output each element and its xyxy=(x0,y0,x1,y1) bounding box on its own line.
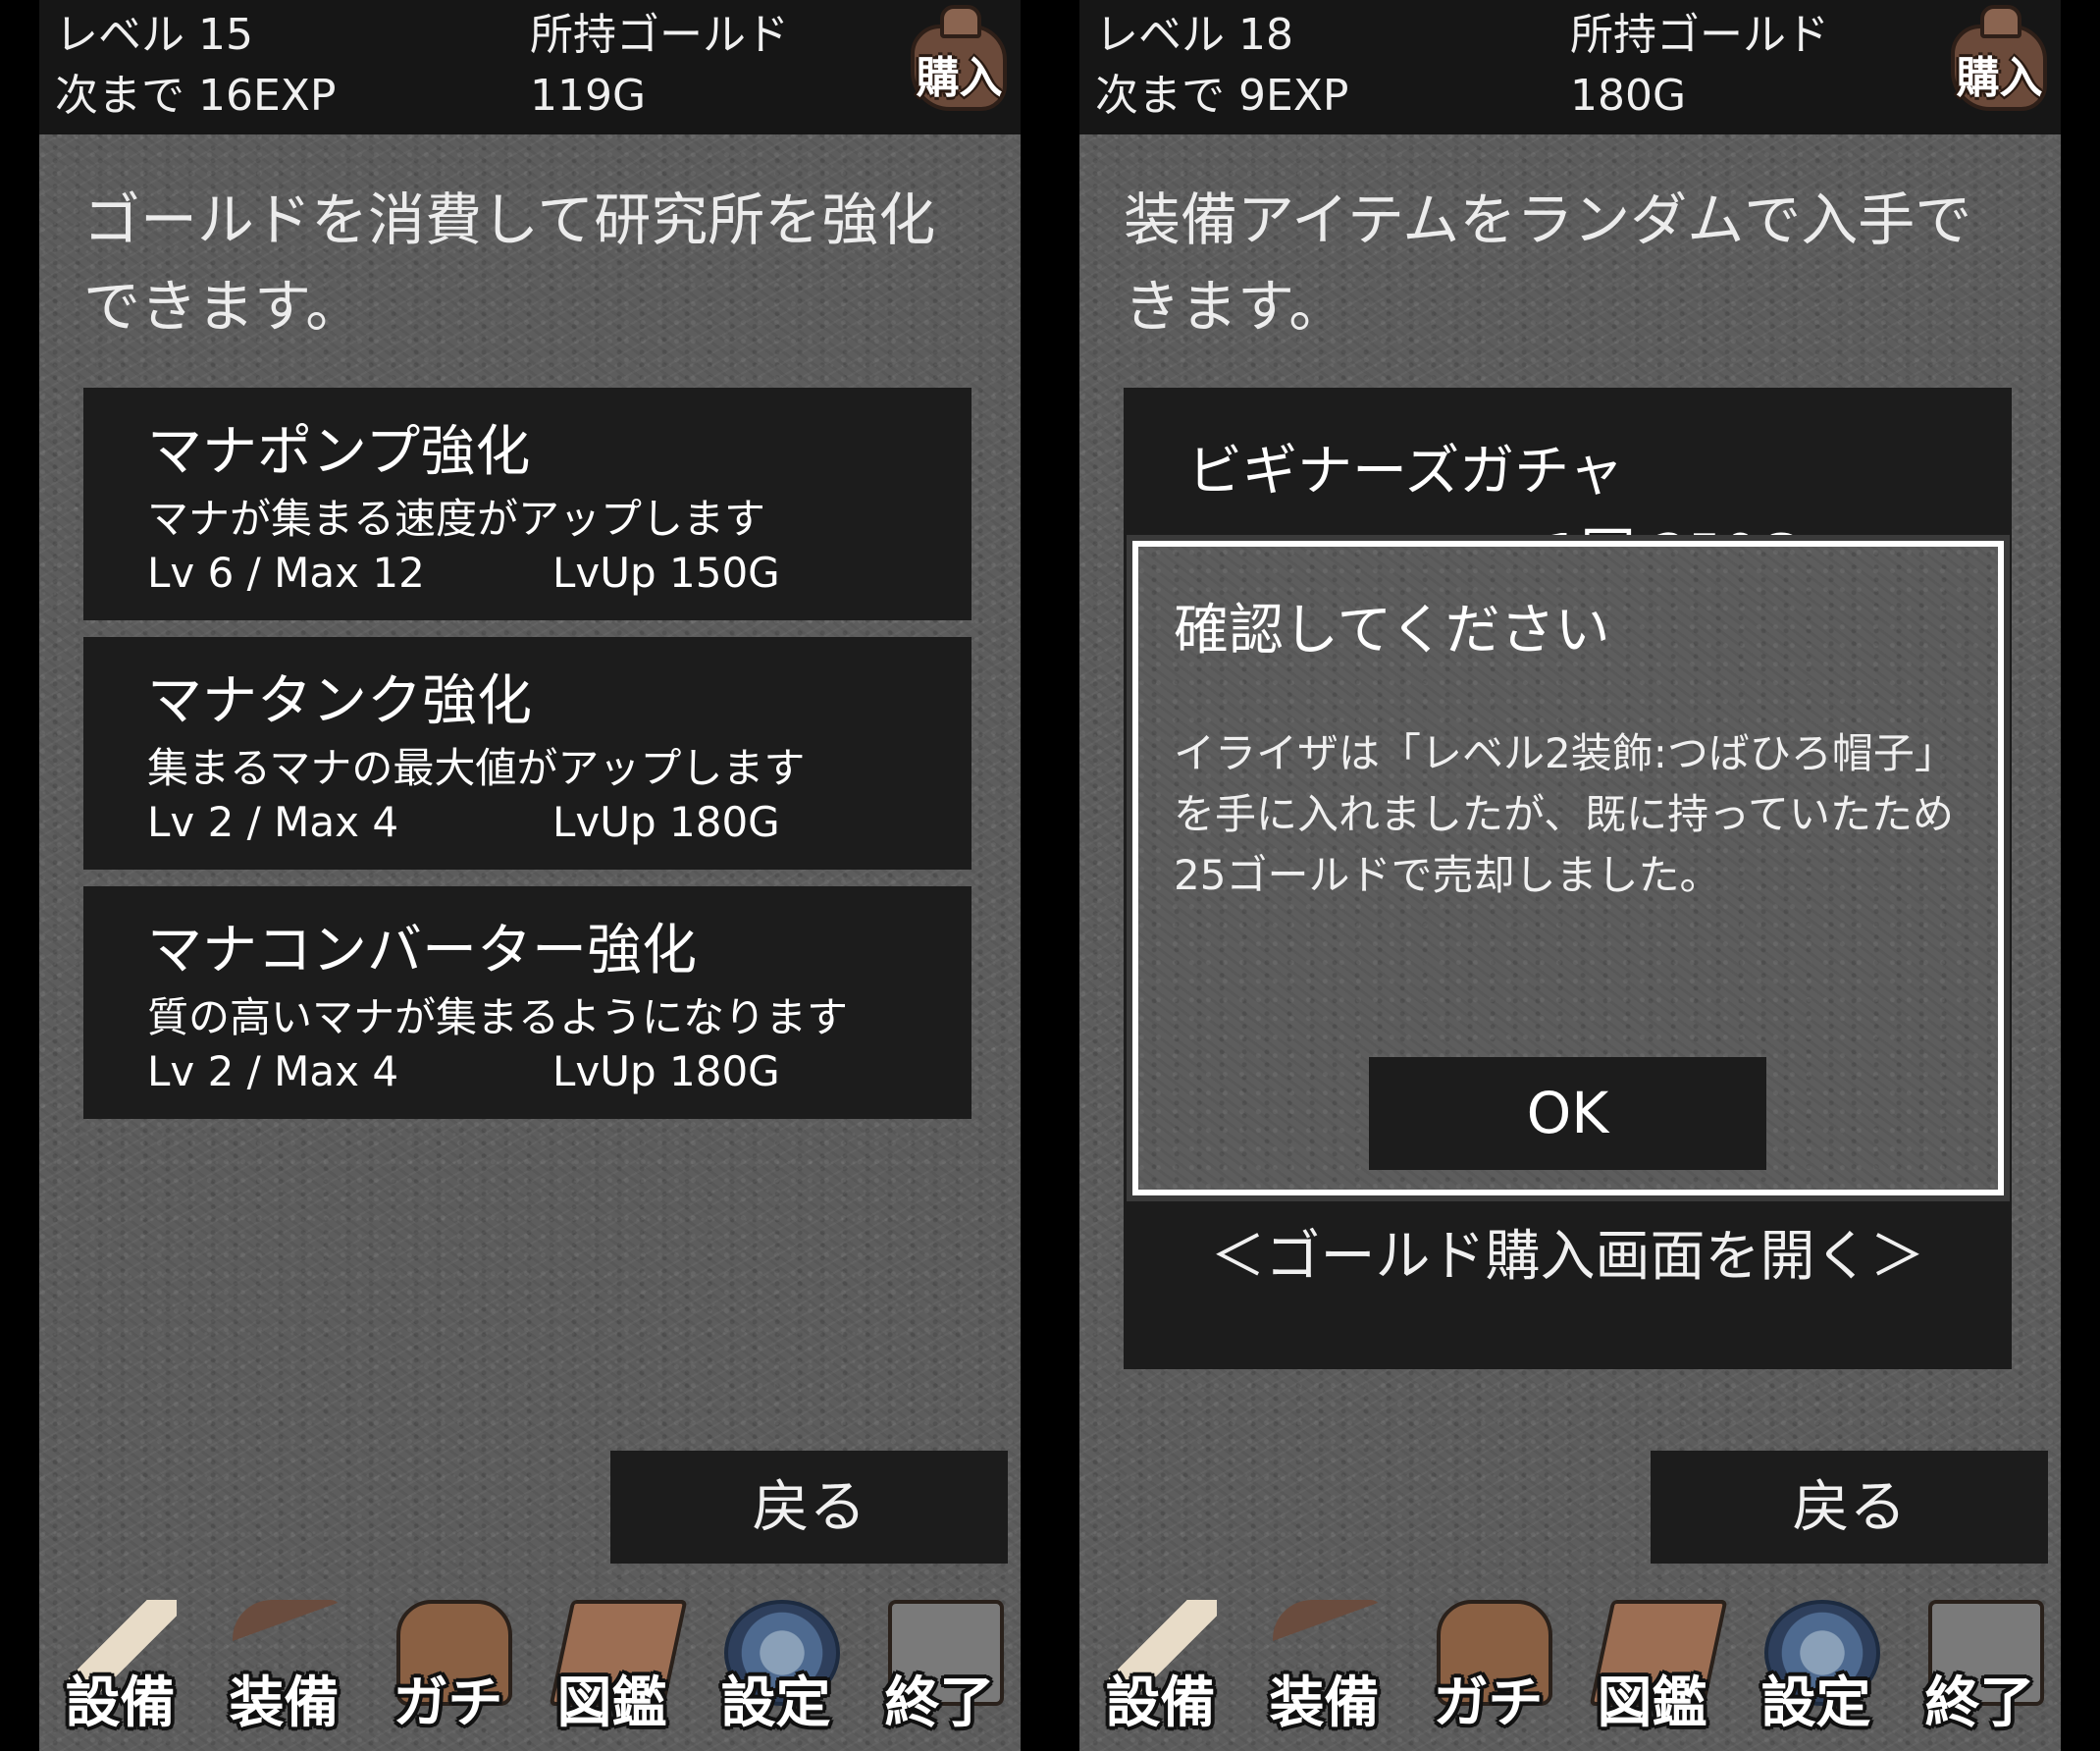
status-bar: レベル 18 次まで 9EXP 所持ゴールド 180G 購入 xyxy=(1079,0,2061,134)
ok-button[interactable]: OK xyxy=(1369,1057,1766,1170)
nav-label: ガチャ xyxy=(393,1671,503,1735)
player-level: レベル 18 xyxy=(1095,10,1293,60)
buy-label: 購入 xyxy=(916,53,1003,103)
nav-settings[interactable]: 設定 xyxy=(1735,1580,1897,1751)
nav-label: 設定 xyxy=(1760,1671,1871,1735)
nav-facility[interactable]: 設備 xyxy=(39,1580,201,1751)
nav-label: ガチャ xyxy=(1433,1671,1544,1735)
gold-label: 所持ゴールド xyxy=(530,10,789,60)
nav-label: 終了 xyxy=(884,1671,995,1735)
nav-quit[interactable]: 終了 xyxy=(1899,1580,2061,1751)
upgrade-cost: LvUp 180G xyxy=(552,1047,780,1095)
nav-equipment[interactable]: 装備 xyxy=(203,1580,365,1751)
nav-label: 装備 xyxy=(1269,1671,1380,1735)
gold-amount: 180G xyxy=(1570,71,1687,121)
status-bar: レベル 15 次まで 16EXP 所持ゴールド 119G 購入 xyxy=(39,0,1021,134)
buy-gold-button[interactable]: 購入 xyxy=(1943,5,2056,128)
nav-label: 図鑑 xyxy=(1597,1671,1707,1735)
dialog-message: イライザは「レベル2装飾:つばひろ帽子」を手に入れましたが、既に持っていたため2… xyxy=(1174,729,1956,899)
screen-description: ゴールドを消費して研究所を強化できます。 xyxy=(83,186,936,340)
nav-label: 設定 xyxy=(720,1671,831,1735)
upgrade-card-mana-pump[interactable]: マナポンプ強化 マナが集まる速度がアップします Lv 6 / Max 12 Lv… xyxy=(83,388,971,620)
lab-upgrade-screen: レベル 15 次まで 16EXP 所持ゴールド 119G 購入 ゴールドを消費し… xyxy=(39,0,1021,1751)
nav-quit[interactable]: 終了 xyxy=(859,1580,1021,1751)
upgrade-name: マナコンバーター強化 xyxy=(147,919,697,982)
nav-encyclopedia[interactable]: 図鑑 xyxy=(1571,1580,1733,1751)
dialog-title: 確認してください xyxy=(1174,599,1610,663)
back-button[interactable]: 戻る xyxy=(610,1451,1008,1564)
upgrade-name: マナタンク強化 xyxy=(147,669,532,733)
buy-label: 購入 xyxy=(1956,53,2043,103)
screen-description: 装備アイテムをランダムで入手できます。 xyxy=(1124,186,1972,340)
upgrade-cost: LvUp 150G xyxy=(552,549,780,597)
upgrade-level: Lv 6 / Max 12 xyxy=(147,549,425,597)
nav-equipment[interactable]: 装備 xyxy=(1243,1580,1405,1751)
buy-gold-button[interactable]: 購入 xyxy=(903,5,1016,128)
exp-to-next: 次まで 9EXP xyxy=(1095,71,1349,121)
nav-label: 設備 xyxy=(65,1671,176,1735)
open-gold-shop-link[interactable]: ＜ゴールド購入画面を開く＞ xyxy=(1124,1212,2012,1292)
upgrade-name: マナポンプ強化 xyxy=(147,420,531,484)
upgrade-level: Lv 2 / Max 4 xyxy=(147,798,399,846)
nav-label: 終了 xyxy=(1924,1671,2035,1735)
bottom-nav: 設備 装備 ガチャ 図鑑 設定 終了 xyxy=(39,1580,1021,1751)
nav-gacha[interactable]: ガチャ xyxy=(367,1580,529,1751)
nav-encyclopedia[interactable]: 図鑑 xyxy=(531,1580,693,1751)
nav-gacha[interactable]: ガチャ xyxy=(1407,1580,1569,1751)
gacha-name[interactable]: ビギナーズガチャ xyxy=(1187,427,1624,506)
nav-label: 設備 xyxy=(1105,1671,1216,1735)
nav-label: 図鑑 xyxy=(556,1671,667,1735)
upgrade-level: Lv 2 / Max 4 xyxy=(147,1047,399,1095)
confirm-dialog: 確認してください イライザは「レベル2装飾:つばひろ帽子」を手に入れましたが、既… xyxy=(1132,541,2004,1195)
upgrade-desc: マナが集まる速度がアップします xyxy=(147,495,766,543)
nav-label: 装備 xyxy=(229,1671,340,1735)
bottom-nav: 設備 装備 ガチャ 図鑑 設定 終了 xyxy=(1079,1580,2061,1751)
upgrade-cost: LvUp 180G xyxy=(552,798,780,846)
back-button[interactable]: 戻る xyxy=(1651,1451,2048,1564)
player-level: レベル 15 xyxy=(55,10,253,60)
upgrade-desc: 集まるマナの最大値がアップします xyxy=(147,744,806,792)
upgrade-card-mana-converter[interactable]: マナコンバーター強化 質の高いマナが集まるようになります Lv 2 / Max … xyxy=(83,886,971,1119)
gacha-screen: レベル 18 次まで 9EXP 所持ゴールド 180G 購入 装備アイテムをラン… xyxy=(1079,0,2061,1751)
nav-facility[interactable]: 設備 xyxy=(1079,1580,1241,1751)
gold-label: 所持ゴールド xyxy=(1570,10,1829,60)
exp-to-next: 次まで 16EXP xyxy=(55,71,337,121)
gold-amount: 119G xyxy=(530,71,647,121)
upgrade-card-mana-tank[interactable]: マナタンク強化 集まるマナの最大値がアップします Lv 2 / Max 4 Lv… xyxy=(83,637,971,870)
upgrade-desc: 質の高いマナが集まるようになります xyxy=(147,993,849,1041)
nav-settings[interactable]: 設定 xyxy=(695,1580,857,1751)
